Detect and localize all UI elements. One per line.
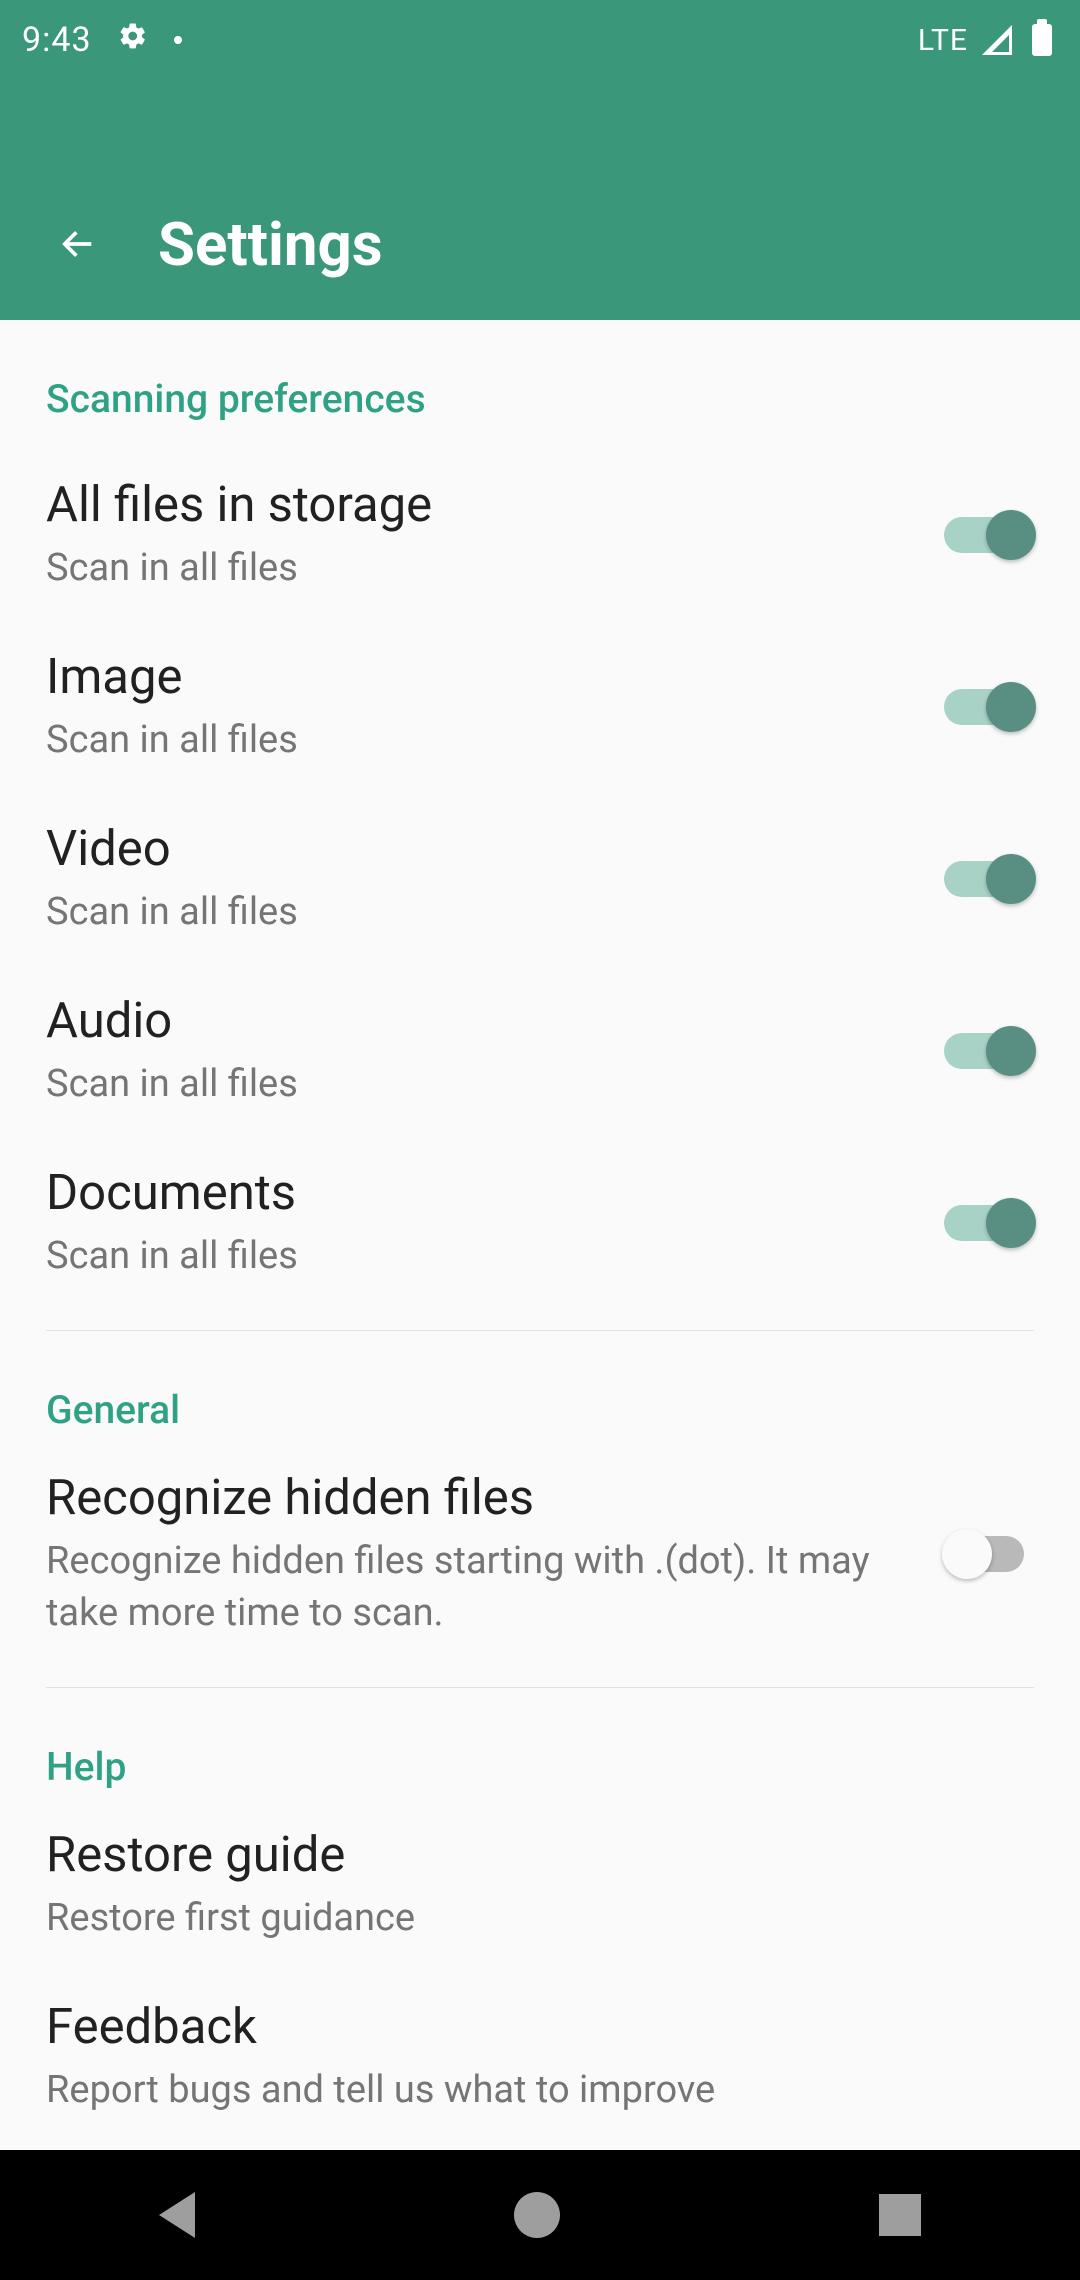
page-title: Settings <box>158 209 383 280</box>
setting-title: Recognize hidden files <box>46 1469 914 1528</box>
section-header-scanning: Scanning preferences <box>0 320 1080 452</box>
network-type: LTE <box>918 23 968 58</box>
status-right: LTE <box>918 23 1052 58</box>
setting-text: Image Scan in all files <box>46 648 914 766</box>
section-header-help: Help <box>0 1688 1080 1820</box>
notification-dot-icon <box>174 36 182 44</box>
setting-restore-guide[interactable]: Restore guide Restore first guidance <box>0 1820 1080 1974</box>
setting-text: Video Scan in all files <box>46 820 914 938</box>
nav-home-button[interactable] <box>514 2192 560 2238</box>
setting-subtitle: Scan in all files <box>46 715 914 766</box>
status-bar: 9:43 LTE <box>0 0 1080 80</box>
setting-title: Image <box>46 648 914 707</box>
setting-text: Documents Scan in all files <box>46 1164 914 1282</box>
app-bar: Settings <box>0 80 1080 320</box>
toggle-all-files[interactable] <box>944 508 1034 562</box>
battery-icon <box>1032 24 1052 56</box>
setting-subtitle: Recognize hidden files starting with .(d… <box>46 1536 914 1639</box>
setting-title: Restore guide <box>46 1826 1034 1885</box>
settings-list[interactable]: Scanning preferences All files in storag… <box>0 320 1080 2150</box>
setting-video[interactable]: Video Scan in all files <box>0 796 1080 968</box>
setting-subtitle: Report bugs and tell us what to improve <box>46 2065 1034 2116</box>
toggle-image[interactable] <box>944 680 1034 734</box>
setting-subtitle: Scan in all files <box>46 887 914 938</box>
setting-title: All files in storage <box>46 476 914 535</box>
signal-icon <box>982 25 1012 55</box>
section-header-general: General <box>0 1331 1080 1463</box>
setting-title: Audio <box>46 992 914 1051</box>
nav-back-button[interactable] <box>159 2192 195 2238</box>
setting-image[interactable]: Image Scan in all files <box>0 624 1080 796</box>
gear-icon <box>118 21 148 59</box>
setting-subtitle: Restore first guidance <box>46 1893 1034 1944</box>
toggle-hidden-files[interactable] <box>944 1527 1034 1581</box>
toggle-video[interactable] <box>944 852 1034 906</box>
setting-subtitle: Scan in all files <box>46 1059 914 1110</box>
toggle-audio[interactable] <box>944 1024 1034 1078</box>
setting-title: Documents <box>46 1164 914 1223</box>
nav-recents-button[interactable] <box>879 2194 921 2236</box>
setting-text: Feedback Report bugs and tell us what to… <box>46 1998 1034 2116</box>
setting-subtitle: Scan in all files <box>46 1231 914 1282</box>
status-left: 9:43 <box>22 20 182 60</box>
setting-feedback[interactable]: Feedback Report bugs and tell us what to… <box>0 1974 1080 2146</box>
back-button[interactable] <box>48 214 108 274</box>
setting-title: Feedback <box>46 1998 1034 2057</box>
setting-all-files[interactable]: All files in storage Scan in all files <box>0 452 1080 624</box>
setting-hidden-files[interactable]: Recognize hidden files Recognize hidden … <box>0 1463 1080 1668</box>
setting-subtitle: Scan in all files <box>46 543 914 594</box>
setting-text: Recognize hidden files Recognize hidden … <box>46 1469 914 1638</box>
setting-text: Restore guide Restore first guidance <box>46 1826 1034 1944</box>
arrow-left-icon <box>58 224 98 264</box>
setting-text: All files in storage Scan in all files <box>46 476 914 594</box>
setting-title: Video <box>46 820 914 879</box>
setting-text: Audio Scan in all files <box>46 992 914 1110</box>
setting-documents[interactable]: Documents Scan in all files <box>0 1140 1080 1312</box>
setting-audio[interactable]: Audio Scan in all files <box>0 968 1080 1140</box>
status-time: 9:43 <box>22 20 92 60</box>
navigation-bar <box>0 2150 1080 2280</box>
toggle-documents[interactable] <box>944 1196 1034 1250</box>
